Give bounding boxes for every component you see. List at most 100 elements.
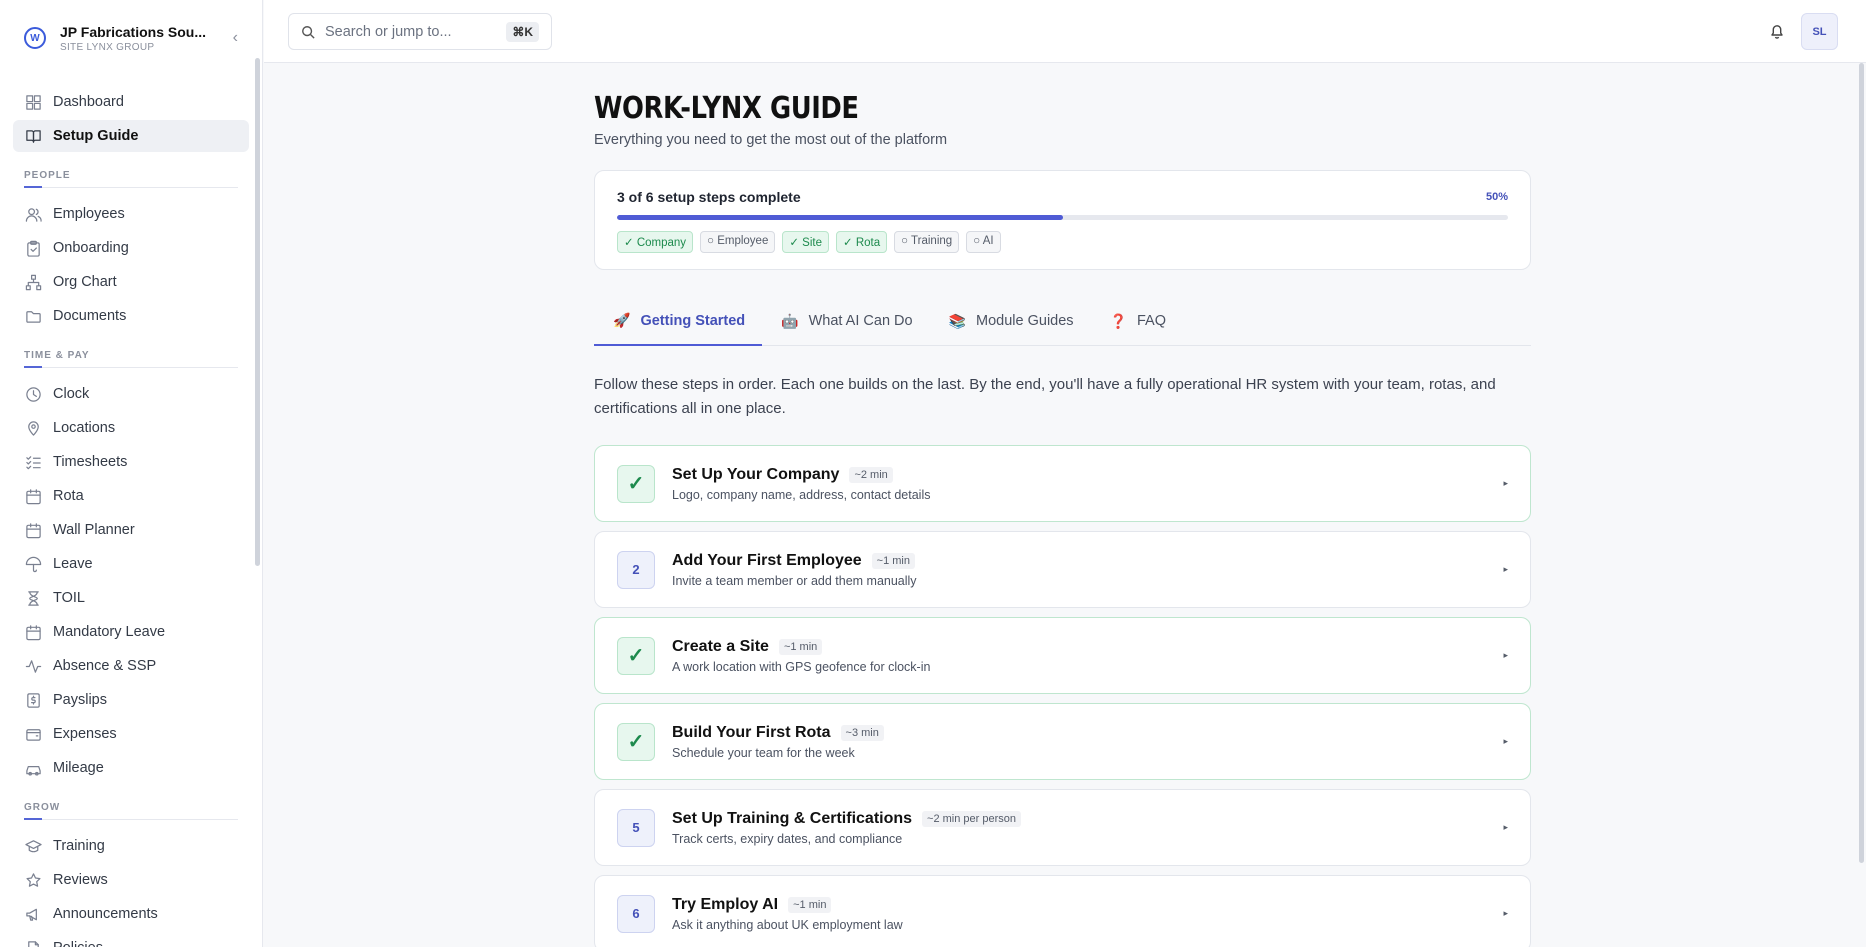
sidebar-item-absence-ssp[interactable]: Absence & SSP [13, 650, 249, 682]
tab-label: What AI Can Do [808, 313, 913, 329]
step-description: A work location with GPS geofence for cl… [672, 659, 931, 674]
sidebar-item-label: Employees [53, 206, 125, 222]
progress-chip: ✓ Site [782, 231, 829, 253]
sidebar-item-rota[interactable]: Rota [13, 480, 249, 512]
step-body: Create a Site ~1 min A work location with … [672, 638, 1503, 674]
search-box[interactable]: Search or jump to... ⌘K [288, 13, 552, 50]
setup-step[interactable]: 6 Try Employ AI ~1 min Ask it anything abou… [594, 875, 1531, 947]
sidebar-item-mandatory-leave[interactable]: Mandatory Leave [13, 616, 249, 648]
expand-caret-icon[interactable]: ▸ [1503, 478, 1508, 489]
sidebar-item-label: Mandatory Leave [53, 624, 166, 640]
step-title-row: Try Employ AI ~1 min [672, 896, 1503, 914]
folder-icon [24, 307, 42, 325]
sidebar-item-wall-planner[interactable]: Wall Planner [13, 514, 249, 546]
org-chart-icon [24, 273, 42, 291]
sidebar-group-time-pay: Clock Locations Timesheets Rota Wall Planner… [0, 378, 262, 784]
sidebar-item-announcements[interactable]: Announcements [13, 898, 249, 930]
sidebar-scrollbar[interactable] [255, 58, 260, 566]
sidebar-item-label: Absence & SSP [53, 658, 157, 674]
sidebar-item-locations[interactable]: Locations [13, 412, 249, 444]
intro-text: Follow these steps in order. Each one bu… [594, 376, 1496, 417]
tab-faq[interactable]: ❓ FAQ [1091, 297, 1183, 345]
progress-chip: ✓ Rota [836, 231, 888, 253]
search-input[interactable]: Search or jump to... [325, 24, 506, 40]
sidebar-item-policies[interactable]: Policies [13, 932, 249, 947]
sidebar-item-clock[interactable]: Clock [13, 378, 249, 410]
tab-what-ai-can-do[interactable]: 🤖 What AI Can Do [762, 297, 929, 345]
setup-step[interactable]: 5 Set Up Training & Certifications ~2 min … [594, 789, 1531, 866]
tab-label: Getting Started [640, 312, 746, 329]
step-description: Ask it anything about UK employment law [672, 917, 903, 932]
step-number-badge: 6 [617, 894, 655, 933]
sidebar-item-employees[interactable]: Employees [13, 198, 249, 230]
sidebar-item-reviews[interactable]: Reviews [13, 864, 249, 896]
expand-caret-icon[interactable]: ▸ [1503, 650, 1508, 661]
step-number-badge: 5 [617, 808, 655, 847]
step-title-row: Set Up Your Company ~2 min [672, 466, 1503, 484]
collapse-sidebar-icon[interactable]: ‹ [233, 29, 238, 47]
user-avatar[interactable]: SL [1801, 13, 1838, 50]
setup-step[interactable]: 2 Add Your First Employee ~1 min Invite a t… [594, 531, 1531, 608]
umbrella-icon [24, 555, 42, 573]
step-number-badge: 2 [617, 550, 655, 589]
progress-chip: ○ Employee [700, 231, 776, 253]
sidebar-item-documents[interactable]: Documents [13, 300, 249, 332]
expand-caret-icon[interactable]: ▸ [1503, 822, 1508, 833]
sidebar-item-org-chart[interactable]: Org Chart [13, 266, 249, 298]
page-title: WORK-LYNX GUIDE [594, 91, 859, 126]
sidebar-item-label: Onboarding [53, 240, 129, 256]
progress-bar [617, 215, 1508, 220]
sidebar-item-expenses[interactable]: Expenses [13, 718, 249, 750]
sidebar-item-label: Locations [53, 420, 116, 436]
setup-step[interactable]: ✓ Create a Site ~1 min A work location with… [594, 617, 1531, 694]
graduation-cap-icon [24, 837, 42, 855]
tab-module-guides[interactable]: 📚 Module Guides [930, 297, 1091, 345]
sidebar-section-time-pay: TIME & PAY [24, 350, 238, 368]
tab-emoji-icon: 🚀 [613, 312, 631, 328]
main-scrollbar[interactable] [1859, 63, 1864, 863]
expand-caret-icon[interactable]: ▸ [1503, 736, 1508, 747]
tab-emoji-icon: ❓ [1109, 312, 1127, 329]
sidebar-item-leave[interactable]: Leave [13, 548, 249, 580]
tab-emoji-icon: 📚 [948, 312, 967, 329]
setup-steps: ✓ Set Up Your Company ~2 min Logo, company … [594, 445, 1531, 947]
tab-getting-started[interactable]: 🚀 Getting Started [594, 297, 763, 346]
sidebar-item-payslips[interactable]: Payslips [13, 684, 249, 716]
sidebar-section-people: PEOPLE [24, 170, 238, 188]
search-shortcut: ⌘K [506, 21, 539, 42]
sidebar-item-mileage[interactable]: Mileage [13, 752, 249, 784]
expand-caret-icon[interactable]: ▸ [1503, 908, 1508, 919]
checklist-icon [24, 453, 42, 471]
sidebar-item-label: Announcements [53, 906, 158, 922]
sidebar-item-onboarding[interactable]: Onboarding [13, 232, 249, 264]
step-title: Build Your First Rota [672, 723, 831, 741]
clock-icon [24, 385, 42, 403]
sidebar-item-label: Org Chart [53, 274, 117, 290]
page-subtitle: Everything you need to get the most out … [594, 132, 948, 148]
sidebar-nav: Dashboard Setup Guide PEOPLE Employees Onboa… [0, 86, 262, 947]
sidebar-item-toil[interactable]: TOIL [13, 582, 249, 614]
step-body: Try Employ AI ~1 min Ask it anything about… [672, 896, 1503, 932]
step-title-row: Set Up Training & Certifications ~2 min p… [672, 810, 1503, 828]
setup-step[interactable]: ✓ Build Your First Rota ~3 min Schedule you… [594, 703, 1531, 780]
company-logo: W [24, 27, 46, 49]
sidebar-item-training[interactable]: Training [13, 830, 249, 862]
sidebar-item-dashboard[interactable]: Dashboard [13, 86, 249, 118]
sidebar-item-label: Rota [53, 488, 84, 504]
calendar-icon [24, 521, 42, 539]
sidebar-item-label: Documents [53, 308, 127, 324]
guide-tabs: 🚀 Getting Started 🤖 What AI Can Do 📚 Module G… [594, 297, 1531, 346]
brand[interactable]: W JP Fabrications Sou... SITE LYNX GROUP… [0, 0, 262, 76]
sidebar-item-label: Payslips [53, 692, 107, 708]
step-time-estimate: ~1 min [788, 896, 832, 913]
sidebar-item-timesheets[interactable]: Timesheets [13, 446, 249, 478]
bell-icon[interactable] [1768, 22, 1786, 40]
sidebar-item-label: Clock [53, 386, 90, 402]
setup-step[interactable]: ✓ Set Up Your Company ~2 min Logo, company … [594, 445, 1531, 522]
sidebar-item-label: Leave [53, 556, 93, 572]
expand-caret-icon[interactable]: ▸ [1503, 564, 1508, 575]
step-time-estimate: ~2 min [849, 466, 893, 483]
sidebar-item-label: Setup Guide [53, 128, 139, 144]
sidebar-item-setup-guide[interactable]: Setup Guide [13, 120, 249, 152]
setup-progress-card: 3 of 6 setup steps complete 50% ✓ Compan… [594, 170, 1531, 270]
